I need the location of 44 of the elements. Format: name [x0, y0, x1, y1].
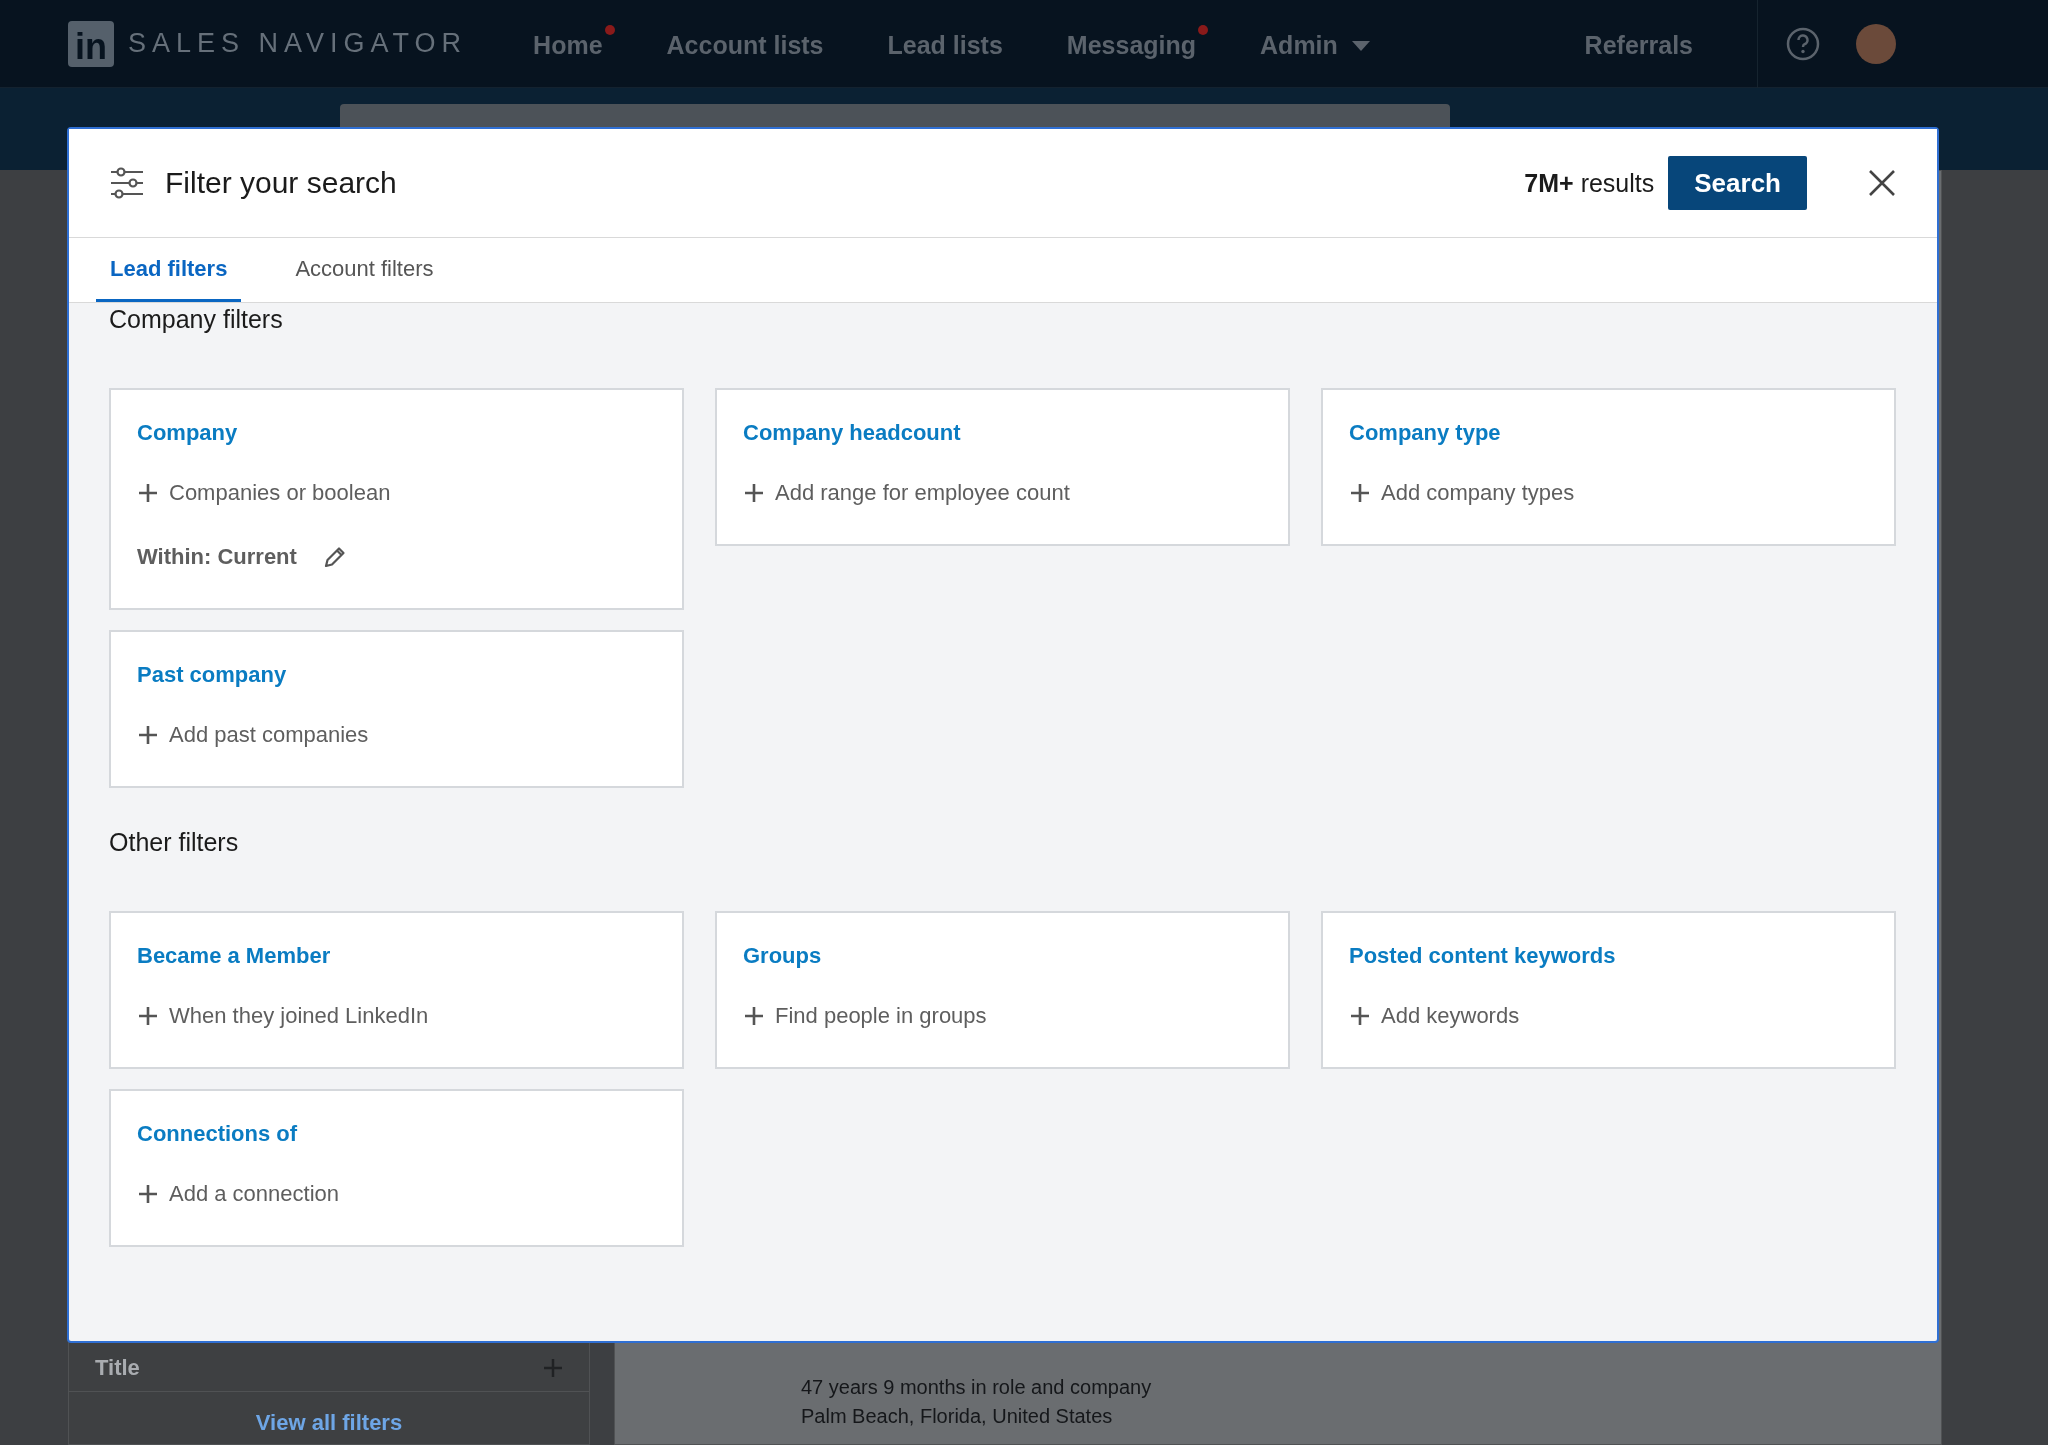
help-icon[interactable] — [1786, 26, 1820, 61]
result-detail: Palm Beach, Florida, United States — [801, 1405, 1114, 1428]
filter-label: Title — [95, 1355, 140, 1381]
plus-icon — [137, 482, 159, 504]
add-filter-button[interactable]: Add a connection — [137, 1181, 656, 1207]
plus-icon — [137, 1005, 159, 1027]
avatar[interactable] — [1856, 23, 1896, 64]
tab[interactable]: Lead filters — [96, 238, 242, 302]
results-count: 7M+ results — [1524, 168, 1655, 198]
add-filter-button[interactable]: When they joined LinkedIn — [137, 1003, 656, 1029]
brand-name: SALES NAVIGATOR — [128, 28, 468, 59]
dialog-title: Filter your search — [165, 166, 398, 200]
plus-icon — [1349, 1005, 1371, 1027]
add-filter-button[interactable]: Add keywords — [1349, 1003, 1868, 1029]
pencil-icon[interactable] — [322, 545, 347, 569]
add-filter-button[interactable]: Add company types — [1349, 480, 1868, 506]
plus-icon — [137, 724, 159, 746]
view-all-filters-link[interactable]: View all filters — [69, 1392, 589, 1444]
plus-icon — [1349, 482, 1371, 504]
add-filter-button[interactable]: Companies or boolean — [137, 480, 656, 506]
add-filter-button[interactable]: Find people in groups — [743, 1003, 1262, 1029]
search-button[interactable]: Search — [1668, 156, 1807, 210]
plus-icon — [743, 482, 765, 504]
result-detail: 47 years 9 months in role and company — [801, 1376, 1153, 1399]
filter-title: Became a Member — [137, 943, 332, 969]
filter-title: Company type — [1349, 420, 1502, 446]
within-label: Within: Current — [137, 544, 297, 570]
plus-icon — [137, 1183, 159, 1205]
notification-dot — [604, 25, 615, 35]
add-filter-button[interactable]: Add past companies — [137, 722, 656, 748]
tab[interactable]: Account filters — [281, 238, 448, 302]
section-title: Other filters — [109, 828, 240, 857]
filter-title: Company headcount — [743, 420, 962, 446]
caret-icon — [1351, 40, 1370, 51]
filter-title: Connections of — [137, 1121, 299, 1147]
filter-title: Past company — [137, 662, 288, 688]
filter-title: Posted content keywords — [1349, 943, 1617, 969]
plus-icon — [743, 1005, 765, 1027]
sliders-icon — [109, 167, 145, 199]
add-filter-button[interactable]: Add range for employee count — [743, 480, 1262, 506]
notification-dot — [1198, 25, 1209, 35]
section-title: Company filters — [109, 305, 284, 334]
filter-title: Company — [137, 420, 239, 446]
filter-title: Groups — [743, 943, 823, 969]
